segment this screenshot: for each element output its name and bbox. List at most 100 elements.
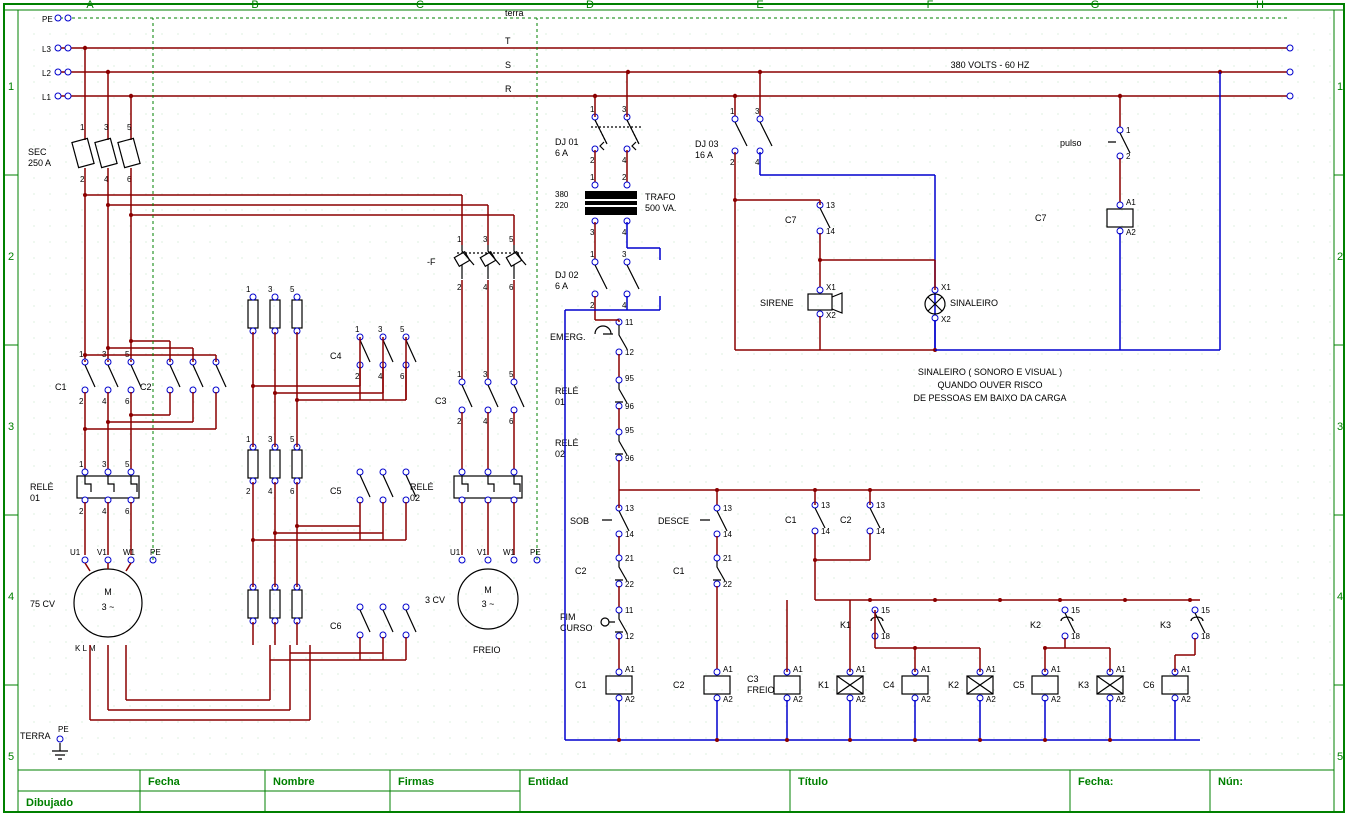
svg-text:C3: C3 <box>435 396 447 406</box>
svg-text:1: 1 <box>457 235 462 244</box>
svg-text:W1: W1 <box>503 548 516 557</box>
svg-text:18: 18 <box>881 632 890 641</box>
svg-text:11: 11 <box>625 318 634 327</box>
svg-text:C7: C7 <box>785 215 797 225</box>
svg-text:3: 3 <box>8 421 14 433</box>
svg-text:C1: C1 <box>55 382 67 392</box>
svg-text:DESCE: DESCE <box>658 516 689 526</box>
svg-text:1: 1 <box>355 325 360 334</box>
svg-text:15: 15 <box>1071 606 1080 615</box>
svg-text:96: 96 <box>625 454 634 463</box>
svg-text:C2: C2 <box>575 566 587 576</box>
svg-text:K L M: K L M <box>75 644 96 653</box>
svg-text:A1: A1 <box>1116 665 1126 674</box>
svg-text:5: 5 <box>1337 751 1343 763</box>
svg-text:2: 2 <box>246 487 251 496</box>
svg-text:75 CV: 75 CV <box>30 599 55 609</box>
svg-text:L2: L2 <box>42 69 51 78</box>
svg-text:A2: A2 <box>793 695 803 704</box>
svg-text:3: 3 <box>268 285 273 294</box>
svg-text:5: 5 <box>125 460 130 469</box>
svg-text:14: 14 <box>625 530 634 539</box>
svg-text:E: E <box>756 0 763 11</box>
svg-text:U1: U1 <box>70 548 81 557</box>
svg-text:6: 6 <box>290 487 295 496</box>
svg-text:A2: A2 <box>723 695 733 704</box>
svg-text:13: 13 <box>625 504 634 513</box>
svg-text:4: 4 <box>102 507 107 516</box>
svg-text:21: 21 <box>625 554 634 563</box>
svg-text:12: 12 <box>625 632 634 641</box>
svg-text:6: 6 <box>125 397 130 406</box>
svg-text:R: R <box>505 84 512 94</box>
svg-text:S: S <box>505 60 511 70</box>
svg-text:A1: A1 <box>1126 198 1136 207</box>
svg-text:K2: K2 <box>948 680 959 690</box>
svg-text:V1: V1 <box>97 548 107 557</box>
svg-text:1: 1 <box>8 81 14 93</box>
svg-text:B: B <box>251 0 258 11</box>
svg-text:95: 95 <box>625 426 634 435</box>
svg-text:380 VOLTS - 60 HZ: 380 VOLTS - 60 HZ <box>951 60 1030 70</box>
svg-text:M: M <box>104 587 112 597</box>
svg-text:K1: K1 <box>818 680 829 690</box>
svg-text:FREIO: FREIO <box>473 645 501 655</box>
title-block: Fecha Nombre Firmas Entidad Título Fecha… <box>18 770 1334 812</box>
svg-text:Fecha:: Fecha: <box>1078 776 1113 788</box>
svg-text:12: 12 <box>625 348 634 357</box>
svg-text:A1: A1 <box>1181 665 1191 674</box>
svg-text:A2: A2 <box>856 695 866 704</box>
svg-text:13: 13 <box>821 501 830 510</box>
svg-text:2: 2 <box>8 251 14 263</box>
svg-text:K3: K3 <box>1160 620 1171 630</box>
svg-text:C5: C5 <box>330 486 342 496</box>
svg-text:TERRA: TERRA <box>20 731 51 741</box>
svg-text:Entidad: Entidad <box>528 776 568 788</box>
svg-text:2: 2 <box>79 397 84 406</box>
svg-text:Nún:: Nún: <box>1218 776 1243 788</box>
svg-text:1: 1 <box>730 107 735 116</box>
svg-text:C2: C2 <box>140 382 152 392</box>
svg-text:X1: X1 <box>826 283 836 292</box>
svg-text:21: 21 <box>723 554 732 563</box>
svg-text:C6: C6 <box>330 621 342 631</box>
svg-text:95: 95 <box>625 374 634 383</box>
svg-text:PE: PE <box>42 15 53 24</box>
svg-text:1: 1 <box>80 123 85 132</box>
svg-text:Nombre: Nombre <box>273 776 315 788</box>
svg-text:1: 1 <box>246 285 251 294</box>
svg-text:Fecha: Fecha <box>148 776 181 788</box>
svg-text:C1: C1 <box>673 566 685 576</box>
svg-text:5: 5 <box>509 235 514 244</box>
svg-text:4: 4 <box>102 397 107 406</box>
svg-text:3: 3 <box>755 107 760 116</box>
svg-text:13: 13 <box>876 501 885 510</box>
svg-text:1: 1 <box>1337 81 1343 93</box>
svg-text:A1: A1 <box>625 665 635 674</box>
svg-text:C4: C4 <box>330 351 342 361</box>
svg-text:14: 14 <box>826 227 835 236</box>
note-line: SINALEIRO ( SONORO E VISUAL ) <box>918 367 1062 377</box>
svg-text:A2: A2 <box>1181 695 1191 704</box>
svg-text:A1: A1 <box>1051 665 1061 674</box>
svg-text:15: 15 <box>1201 606 1210 615</box>
svg-text:5: 5 <box>8 751 14 763</box>
svg-text:18: 18 <box>1201 632 1210 641</box>
svg-text:A2: A2 <box>1051 695 1061 704</box>
svg-text:5: 5 <box>127 123 132 132</box>
schematic-canvas: A B C D E F G H 1 2 3 4 5 1 2 3 4 5 terr… <box>0 0 1348 816</box>
note-line: DE PESSOAS EM BAIXO DA CARGA <box>913 393 1066 403</box>
svg-text:X2: X2 <box>941 315 951 324</box>
svg-text:pulso: pulso <box>1060 138 1082 148</box>
svg-text:2: 2 <box>1337 251 1343 263</box>
svg-text:A2: A2 <box>1116 695 1126 704</box>
svg-text:6: 6 <box>400 372 405 381</box>
svg-text:Firmas: Firmas <box>398 776 434 788</box>
svg-text:14: 14 <box>821 527 830 536</box>
svg-text:X2: X2 <box>826 311 836 320</box>
svg-text:A1: A1 <box>856 665 866 674</box>
svg-text:5: 5 <box>290 285 295 294</box>
svg-text:4: 4 <box>1337 591 1343 603</box>
svg-text:Dibujado: Dibujado <box>26 797 73 809</box>
svg-text:22: 22 <box>625 580 634 589</box>
